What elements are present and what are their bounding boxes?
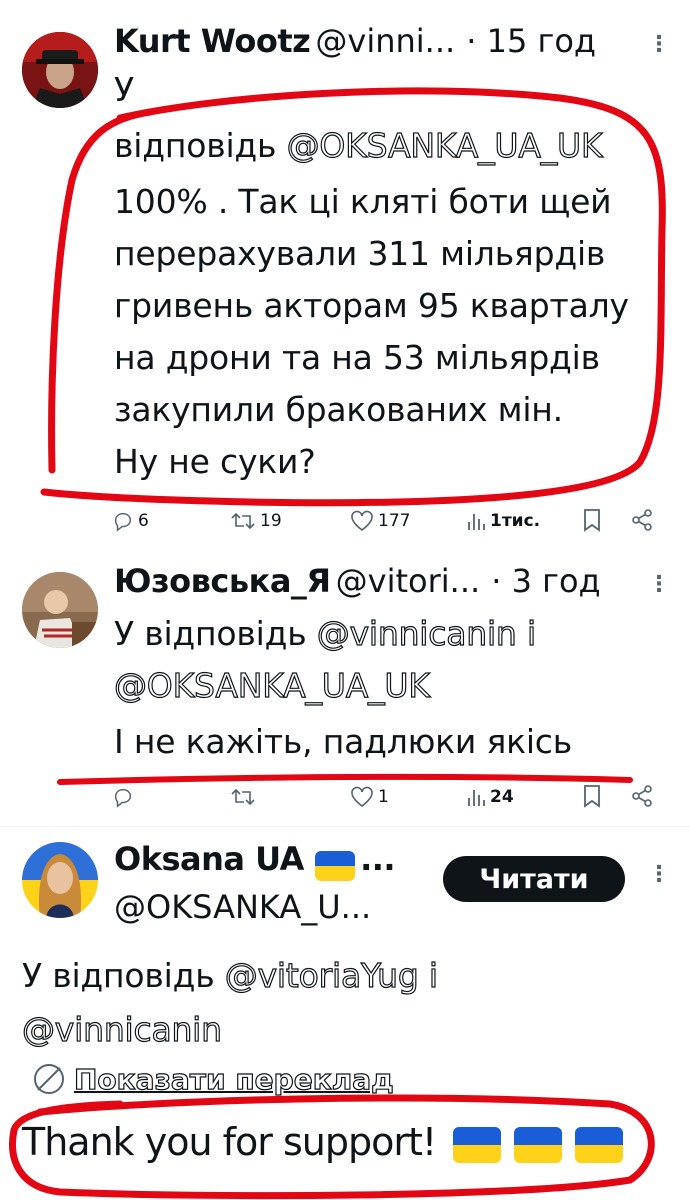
- like-count: 1: [378, 787, 389, 807]
- bookmark-button[interactable]: [582, 508, 602, 532]
- mention-link[interactable]: @vinnicanin: [21, 1009, 222, 1049]
- reply-button[interactable]: [112, 786, 138, 808]
- tweet-header: Юзовська_Я @vitori... · 3 год: [114, 562, 601, 600]
- mention-link[interactable]: @OKSANKA_UA_UK: [113, 665, 430, 705]
- share-button[interactable]: [630, 784, 654, 808]
- mention-conjunction: і: [428, 955, 438, 995]
- follow-button[interactable]: Читати: [443, 856, 625, 902]
- views-button[interactable]: 1тис.: [466, 510, 540, 532]
- marker-underline-tweet2: [57, 773, 633, 785]
- globe-icon: [34, 1064, 64, 1094]
- reply-context-line2: @OKSANKA_UA_UK: [113, 660, 430, 712]
- repost-count: 19: [260, 511, 282, 531]
- repost-button[interactable]: [230, 786, 260, 808]
- divider: [0, 826, 690, 827]
- bookmark-button[interactable]: [582, 784, 602, 808]
- avatar-yuzovska[interactable]: [22, 572, 98, 648]
- author-handle[interactable]: @vinni...: [315, 22, 455, 60]
- action-bar: 1 24: [0, 784, 690, 814]
- tweet-line: закупили бракованих мін.: [114, 390, 563, 429]
- tweet-line: 100% . Так ці кляті боти щей: [114, 182, 612, 221]
- more-dots-icon[interactable]: ⋮: [648, 572, 670, 597]
- tweet-text: Thank you for support!: [22, 1120, 437, 1164]
- view-count: 1тис.: [490, 511, 541, 531]
- reply-prefix-word: У відповідь: [114, 614, 307, 653]
- action-bar: 6 19 177 1тис.: [0, 508, 690, 538]
- reply-prefix-word: відповідь: [114, 126, 277, 165]
- mention-link[interactable]: @OKSANKA_UA_UK: [286, 125, 603, 165]
- ukraine-flag-icon: [514, 1126, 563, 1163]
- share-icon: [632, 509, 652, 531]
- name-ellipsis: ...: [360, 840, 396, 878]
- avatar-oksana[interactable]: [22, 842, 98, 918]
- ukraine-flag-icon: [315, 850, 355, 881]
- views-icon: [468, 790, 485, 806]
- avatar-image: [22, 32, 98, 108]
- views-icon: [468, 514, 485, 530]
- avatar-image: [22, 842, 98, 918]
- tweet-body: Thank you for support!: [22, 1120, 624, 1164]
- tweet-line: гривень акторам 95 кварталу: [114, 286, 629, 325]
- ukraine-flag-icon: [453, 1126, 502, 1163]
- more-dots-icon[interactable]: ⋮: [648, 862, 670, 887]
- views-button[interactable]: 24: [466, 786, 514, 808]
- reply-prefix-word: У відповідь: [22, 956, 215, 995]
- like-count: 177: [378, 511, 411, 531]
- tweet-line: на дрони та на 53 мільярдів: [114, 338, 600, 377]
- share-icon: [632, 785, 652, 807]
- repost-icon: [231, 512, 255, 530]
- mention-link[interactable]: @vinnicanin: [316, 613, 517, 653]
- translate-label[interactable]: Показати переклад: [73, 1062, 394, 1096]
- timestamp[interactable]: · 15 год: [466, 22, 596, 60]
- author-name[interactable]: Юзовська_Я: [114, 562, 331, 600]
- reply-icon: [114, 788, 132, 808]
- author-handle[interactable]: @OKSANKA_U...: [114, 888, 371, 926]
- repost-button[interactable]: 19: [230, 510, 282, 532]
- repost-icon: [231, 788, 255, 806]
- reply-context-line2: @vinnicanin: [21, 1004, 222, 1056]
- reply-icon: [114, 512, 132, 532]
- translate-link[interactable]: Показати переклад: [32, 1062, 394, 1096]
- more-dots-icon[interactable]: ⋮: [648, 32, 670, 57]
- ukraine-flag-icon: [575, 1126, 624, 1163]
- tweet-body: І не кажіть, падлюки якісь: [114, 722, 572, 761]
- tweet-body: 100% . Так ці кляті боти щей перерахувал…: [114, 176, 629, 488]
- author-name[interactable]: Oksana UA: [114, 840, 304, 878]
- tweet-line: Ну не суки?: [114, 442, 316, 481]
- reply-context: У відповідь @vitoriaYug і: [22, 950, 439, 1002]
- reply-context: відповідь @OKSANKA_UA_UK: [114, 120, 603, 172]
- tweet-header: Kurt Wootz @vinni... · 15 год: [114, 22, 596, 60]
- heart-icon: [351, 510, 373, 531]
- view-count: 24: [490, 787, 514, 807]
- heart-icon: [351, 786, 373, 807]
- mention-link[interactable]: @vitoriaYug: [224, 955, 419, 995]
- bookmark-icon: [584, 509, 600, 532]
- avatar-kurt-wootz[interactable]: [22, 32, 98, 108]
- share-button[interactable]: [630, 508, 654, 532]
- reply-context: У відповідь @vinnicanin і: [114, 608, 537, 660]
- mention-conjunction: і: [526, 613, 536, 653]
- bookmark-icon: [584, 785, 600, 808]
- avatar-image: [22, 572, 98, 648]
- like-button[interactable]: 177: [350, 510, 410, 532]
- author-name[interactable]: Kurt Wootz: [114, 22, 311, 60]
- reply-prefix: У: [114, 70, 134, 109]
- tweet-line: перерахували 311 мільярдів: [114, 234, 606, 273]
- timestamp[interactable]: · 3 год: [491, 562, 600, 600]
- author-handle[interactable]: @vitori...: [336, 562, 481, 600]
- reply-button[interactable]: 6: [112, 510, 149, 532]
- reply-count: 6: [138, 511, 149, 531]
- like-button[interactable]: 1: [350, 786, 389, 808]
- tweet-header: Oksana UA ...: [114, 840, 396, 881]
